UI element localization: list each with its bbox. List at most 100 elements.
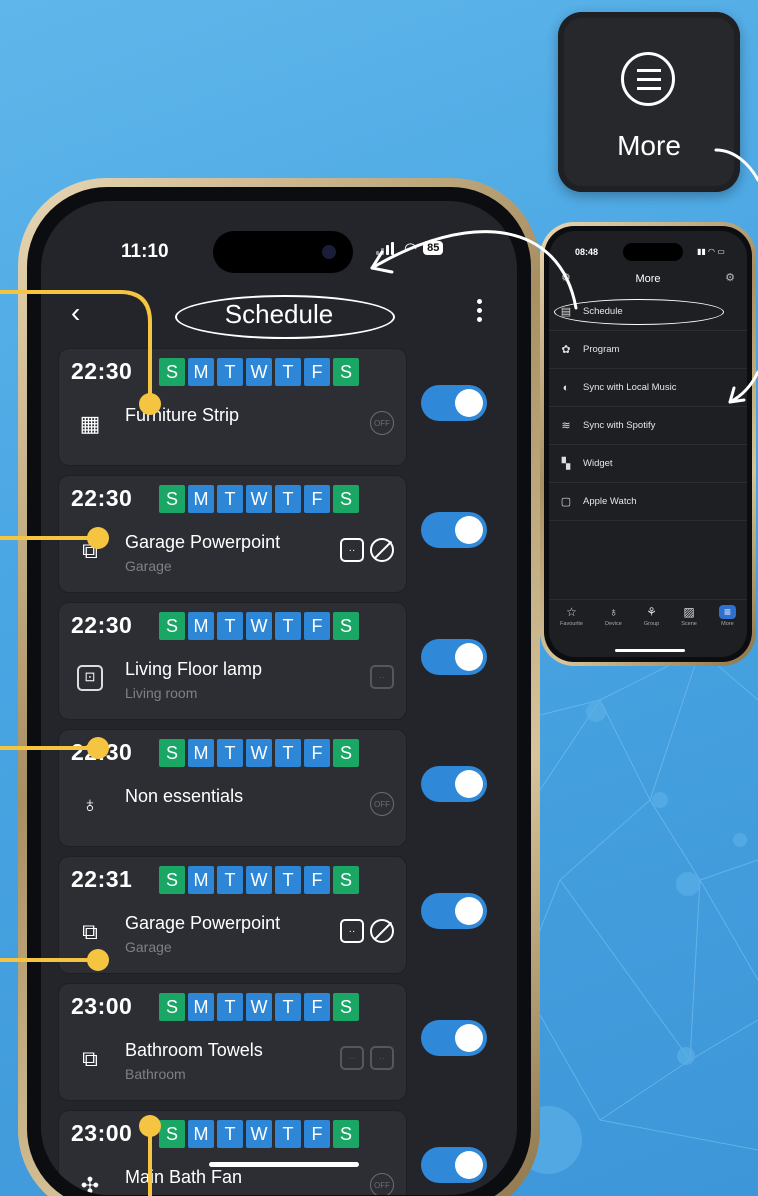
day-chip: S — [159, 485, 185, 513]
music-icon: ◐ — [562, 381, 570, 394]
bulb-icon: ♁ — [608, 605, 618, 619]
toggle-knob — [455, 389, 483, 417]
toggle-knob — [455, 897, 483, 925]
day-chip: S — [333, 612, 359, 640]
device-name: Living Floor lamp — [125, 659, 263, 679]
schedule-time: 22:30 — [71, 612, 133, 638]
overflow-menu-icon[interactable] — [477, 299, 482, 322]
day-chip: T — [275, 1120, 301, 1148]
schedule-toggle[interactable] — [421, 1147, 487, 1183]
socket-icon: ⊡ — [77, 665, 103, 691]
toggle-knob — [455, 770, 483, 798]
tab-scene[interactable]: ▨ Scene — [681, 600, 697, 643]
status-time: 08:48 — [575, 247, 599, 257]
schedule-item: 23:00 SMTWTFS ⧉ Bathroom Towels Bathroom… — [41, 984, 517, 1100]
group-icon: ⚘ — [646, 605, 657, 619]
day-chip: S — [333, 485, 359, 513]
schedule-time: 22:30 — [71, 739, 133, 765]
day-chip: S — [159, 358, 185, 386]
day-chip: M — [188, 1120, 214, 1148]
day-chip: M — [188, 612, 214, 640]
device-status: ·· — [370, 665, 394, 689]
wifi-icon: ◠ — [404, 240, 418, 257]
schedule-time: 23:00 — [71, 1120, 133, 1146]
day-chip: T — [275, 739, 301, 767]
home-indicator — [209, 1162, 359, 1167]
schedule-card[interactable]: 22:30 SMTWTFS ♁ Non essentials OFF — [59, 730, 406, 846]
day-chip: T — [275, 485, 301, 513]
schedule-item: 23:00 SMTWTFS ✣ Main Bath Fan OFF — [41, 1111, 517, 1195]
day-chip: T — [275, 866, 301, 894]
schedule-card[interactable]: 22:30 SMTWTFS ⧉ Garage Powerpoint Garage… — [59, 476, 406, 592]
schedule-item: 22:30 SMTWTFS ♁ Non essentials OFF — [41, 730, 517, 846]
more-icon: ≡ — [718, 605, 736, 619]
status-icons: ▮▮ ◠ ▭ — [697, 247, 725, 256]
watch-icon: ▢ — [560, 496, 572, 508]
day-chip: F — [304, 358, 330, 386]
bulb-icon: ♁ — [81, 792, 99, 817]
schedule-toggle[interactable] — [421, 766, 487, 802]
dynamic-island — [623, 243, 683, 261]
tab-device[interactable]: ♁ Device — [605, 600, 622, 643]
menu-item-label: Apple Watch — [583, 496, 637, 507]
menu-item-widget[interactable]: ▚ Widget — [549, 445, 747, 483]
menu-item-sync-with-local-music[interactable]: ◐ Sync with Local Music — [549, 369, 747, 407]
double-socket-icon: ⧉ — [82, 919, 98, 944]
more-button[interactable]: More — [558, 12, 740, 192]
day-chip: M — [188, 739, 214, 767]
schedule-toggle[interactable] — [421, 1020, 487, 1056]
status-icons: ◠ 85 — [376, 239, 444, 257]
tab-more[interactable]: ≡ More — [718, 600, 736, 643]
schedule-card[interactable]: 22:31 SMTWTFS ⧉ Garage Powerpoint Garage… — [59, 857, 406, 973]
toggle-knob — [455, 643, 483, 671]
socket-status-icon: ·· — [340, 919, 364, 943]
device-status: ·· — [340, 538, 394, 562]
schedule-card[interactable]: 22:30 SMTWTFS ▦ Furniture Strip OFF — [59, 349, 406, 465]
day-chip: W — [246, 485, 272, 513]
toggle-knob — [455, 1024, 483, 1052]
status-time: 11:10 — [121, 241, 169, 262]
tab-label: Group — [643, 621, 660, 627]
gear-icon[interactable]: ⚙ — [725, 271, 735, 284]
schedule-toggle[interactable] — [421, 639, 487, 675]
camera-icon — [322, 245, 336, 259]
day-chip: W — [246, 1120, 272, 1148]
tab-label: More — [721, 621, 734, 627]
schedule-card[interactable]: 23:00 SMTWTFS ✣ Main Bath Fan OFF — [59, 1111, 406, 1195]
schedule-highlight-ring — [554, 299, 724, 325]
schedule-item: 22:30 SMTWTFS ▦ Furniture Strip OFF — [41, 349, 517, 465]
disabled-icon — [370, 919, 394, 943]
day-chip: S — [159, 1120, 185, 1148]
home-indicator — [615, 649, 685, 652]
device-room: Garage — [125, 939, 172, 955]
day-chip: T — [275, 993, 301, 1021]
menu-item-program[interactable]: ✿ Program — [549, 331, 747, 369]
day-chip: S — [159, 993, 185, 1021]
schedule-time: 22:30 — [71, 358, 133, 384]
day-chips: SMTWTFS — [159, 612, 359, 640]
day-chip: F — [304, 993, 330, 1021]
device-room: Living room — [125, 685, 198, 701]
schedule-toggle[interactable] — [421, 893, 487, 929]
schedule-toggle[interactable] — [421, 512, 487, 548]
schedule-item: 22:31 SMTWTFS ⧉ Garage Powerpoint Garage… — [41, 857, 517, 973]
day-chip: T — [217, 1120, 243, 1148]
socket-status-icon: ·· — [370, 665, 394, 689]
menu-item-apple-watch[interactable]: ▢ Apple Watch — [549, 483, 747, 521]
schedule-card[interactable]: 22:30 SMTWTFS ⊡ Living Floor lamp Living… — [59, 603, 406, 719]
spotify-icon: ≋ — [561, 420, 571, 432]
schedule-item: 22:30 SMTWTFS ⧉ Garage Powerpoint Garage… — [41, 476, 517, 592]
day-chips: SMTWTFS — [159, 1120, 359, 1148]
schedule-toggle[interactable] — [421, 385, 487, 421]
schedule-time: 23:00 — [71, 993, 133, 1019]
widget-icon: ▚ — [561, 458, 571, 470]
day-chip: F — [304, 1120, 330, 1148]
menu-item-sync-with-spotify[interactable]: ≋ Sync with Spotify — [549, 407, 747, 445]
main-phone: 11:10 ◠ 85 ‹ Schedule 22:30 SMTWTFS ▦ Fu… — [18, 178, 540, 1196]
schedule-item: 22:30 SMTWTFS ⊡ Living Floor lamp Living… — [41, 603, 517, 719]
title-highlight-ring — [175, 295, 395, 339]
schedule-card[interactable]: 23:00 SMTWTFS ⧉ Bathroom Towels Bathroom… — [59, 984, 406, 1100]
day-chip: T — [217, 866, 243, 894]
tab-favourite[interactable]: ☆ Favourite — [560, 600, 583, 643]
tab-group[interactable]: ⚘ Group — [644, 600, 659, 643]
